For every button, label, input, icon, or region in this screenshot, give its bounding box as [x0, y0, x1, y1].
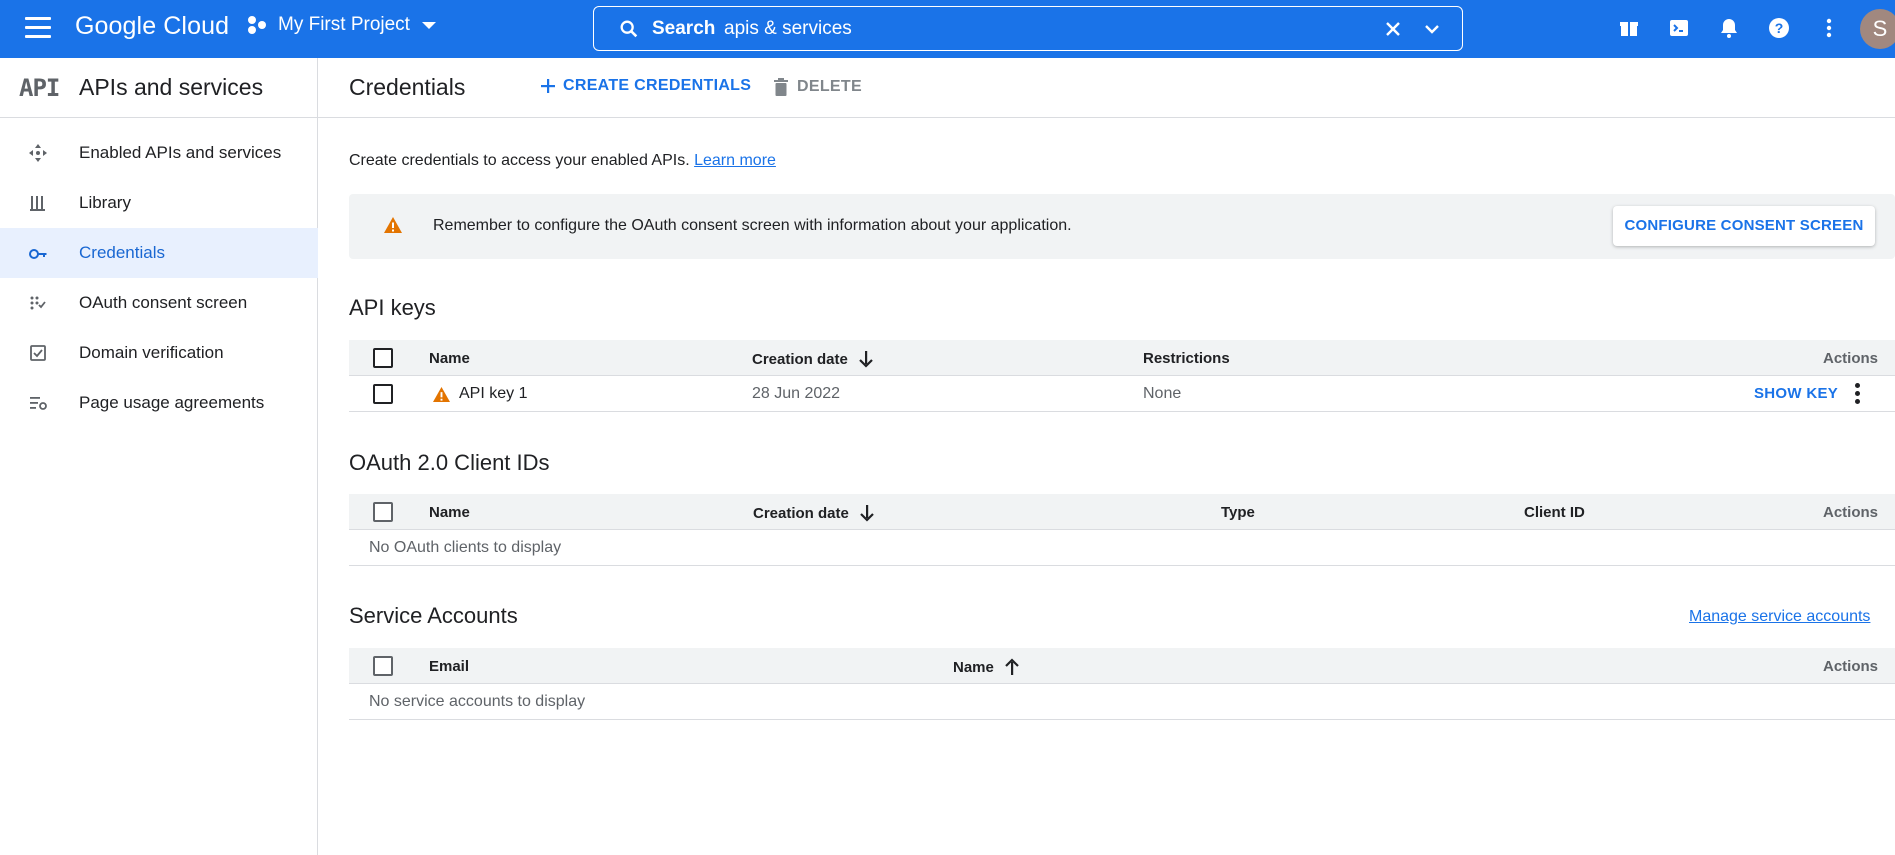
oauth-icon: [30, 296, 46, 310]
select-all-checkbox[interactable]: [373, 502, 393, 522]
project-name: My First Project: [278, 14, 410, 35]
search-label: Search: [652, 18, 716, 39]
delete-label: DELETE: [797, 78, 862, 95]
empty-state-text: No OAuth clients to display: [369, 539, 562, 556]
help-icon[interactable]: ?: [1767, 16, 1791, 40]
sidebar-item-label: Library: [79, 193, 131, 212]
main-menu-icon[interactable]: [25, 17, 51, 39]
service-accounts-title: Service Accounts: [349, 603, 518, 628]
search-icon: [620, 20, 638, 38]
banner-text: Remember to configure the OAuth consent …: [433, 217, 1072, 234]
oauth-table-header: Name Creation date Type Client ID Action…: [349, 494, 1895, 530]
column-header-actions: Actions: [1823, 504, 1879, 521]
sidebar-item-page-usage[interactable]: Page usage agreements: [0, 378, 318, 428]
sidebar-item-library[interactable]: Library: [0, 178, 318, 228]
column-header-creation-date[interactable]: Creation date: [753, 504, 875, 522]
sidebar-item-label: OAuth consent screen: [79, 293, 248, 312]
column-header-actions: Actions: [1823, 350, 1879, 367]
manage-service-accounts-link[interactable]: Manage service accounts: [1689, 608, 1870, 626]
sidebar-item-label: Page usage agreements: [79, 393, 265, 412]
trash-icon: [774, 78, 788, 96]
create-credentials-button[interactable]: CREATE CREDENTIALS: [539, 77, 751, 95]
top-bar: Google Cloud My First Project Search ? S: [0, 0, 1895, 58]
api-key-restrictions: None: [1143, 385, 1182, 402]
page-header: Credentials CREATE CREDENTIALS DELETE: [318, 58, 1895, 118]
consent-warning-banner: Remember to configure the OAuth consent …: [349, 194, 1895, 259]
column-header-email[interactable]: Email: [429, 658, 469, 675]
learn-more-link[interactable]: Learn more: [694, 152, 776, 169]
column-header-client-id[interactable]: Client ID: [1524, 504, 1585, 521]
chevron-down-icon: [421, 21, 436, 29]
svg-text:?: ?: [1775, 20, 1784, 36]
search-bar[interactable]: Search: [593, 6, 1463, 51]
sidebar: API APIs and services Enabled APIs and s…: [0, 58, 318, 855]
cloud-shell-icon[interactable]: [1667, 16, 1691, 40]
clear-search-icon[interactable]: [1381, 17, 1405, 41]
domain-check-icon: [30, 345, 46, 361]
api-key-creation-date: 28 Jun 2022: [752, 385, 841, 402]
column-header-name[interactable]: Name: [429, 350, 470, 367]
column-header-name[interactable]: Name: [429, 504, 470, 521]
api-keys-title: API keys: [349, 295, 436, 320]
more-vert-icon[interactable]: [1817, 16, 1841, 40]
sidebar-item-enabled-apis[interactable]: Enabled APIs and services: [0, 128, 318, 178]
column-header-label: Creation date: [753, 504, 849, 522]
key-icon: [29, 249, 47, 259]
table-row: API key 1 28 Jun 2022 None SHOW KEY: [349, 376, 1895, 412]
sidebar-item-credentials[interactable]: Credentials: [0, 228, 318, 278]
intro-description: Create credentials to access your enable…: [349, 152, 690, 169]
column-header-name[interactable]: Name: [953, 658, 1020, 676]
avatar[interactable]: S: [1860, 9, 1895, 49]
arrow-up-icon: [1005, 658, 1019, 675]
delete-button[interactable]: DELETE: [773, 77, 862, 97]
arrow-down-icon: [860, 505, 874, 522]
google-cloud-logo[interactable]: Google Cloud: [75, 12, 229, 41]
column-header-label: Creation date: [752, 350, 848, 368]
table-empty-row: No service accounts to display: [349, 684, 1895, 720]
oauth-clients-title: OAuth 2.0 Client IDs: [349, 450, 550, 475]
column-header-label: Name: [953, 658, 994, 676]
enabled-apis-icon: [29, 144, 47, 162]
row-checkbox[interactable]: [373, 384, 393, 404]
column-header-creation-date[interactable]: Creation date: [752, 350, 874, 368]
sidebar-item-domain-verification[interactable]: Domain verification: [0, 328, 318, 378]
notifications-icon[interactable]: [1717, 16, 1741, 40]
more-actions-icon[interactable]: [1852, 383, 1862, 405]
gift-icon[interactable]: [1617, 16, 1641, 40]
table-empty-row: No OAuth clients to display: [349, 530, 1895, 566]
sidebar-item-label: Domain verification: [79, 343, 224, 362]
show-key-button[interactable]: SHOW KEY: [1754, 385, 1838, 402]
column-header-restrictions[interactable]: Restrictions: [1143, 350, 1230, 367]
arrow-down-icon: [859, 351, 873, 368]
project-icon: [248, 15, 270, 35]
warning-icon: [384, 217, 402, 233]
select-all-checkbox[interactable]: [373, 348, 393, 368]
chevron-down-icon[interactable]: [1420, 17, 1444, 41]
api-key-name-link[interactable]: API key 1: [459, 385, 527, 403]
page-title: Credentials: [349, 74, 466, 100]
sidebar-title: APIs and services: [79, 74, 264, 100]
project-selector[interactable]: My First Project: [248, 14, 436, 36]
sidebar-item-oauth-consent[interactable]: OAuth consent screen: [0, 278, 318, 328]
library-icon: [30, 196, 45, 211]
warning-icon: [433, 386, 450, 403]
configure-consent-screen-button[interactable]: CONFIGURE CONSENT SCREEN: [1613, 206, 1875, 246]
intro-text: Create credentials to access your enable…: [349, 152, 776, 170]
settings-list-icon: [30, 397, 47, 410]
sidebar-item-label: Enabled APIs and services: [79, 143, 282, 162]
select-all-checkbox[interactable]: [373, 656, 393, 676]
api-logo: API: [19, 74, 60, 102]
sidebar-item-label: Credentials: [79, 243, 165, 262]
service-accounts-table-header: Email Name Actions: [349, 648, 1895, 684]
column-header-actions: Actions: [1823, 658, 1879, 675]
api-keys-table-header: Name Creation date Restrictions Actions: [349, 340, 1895, 376]
search-input[interactable]: [724, 15, 1324, 43]
plus-icon: [541, 79, 555, 93]
column-header-type[interactable]: Type: [1221, 504, 1255, 521]
create-credentials-label: CREATE CREDENTIALS: [563, 77, 752, 94]
sidebar-header: API APIs and services: [0, 58, 317, 118]
empty-state-text: No service accounts to display: [369, 693, 586, 710]
